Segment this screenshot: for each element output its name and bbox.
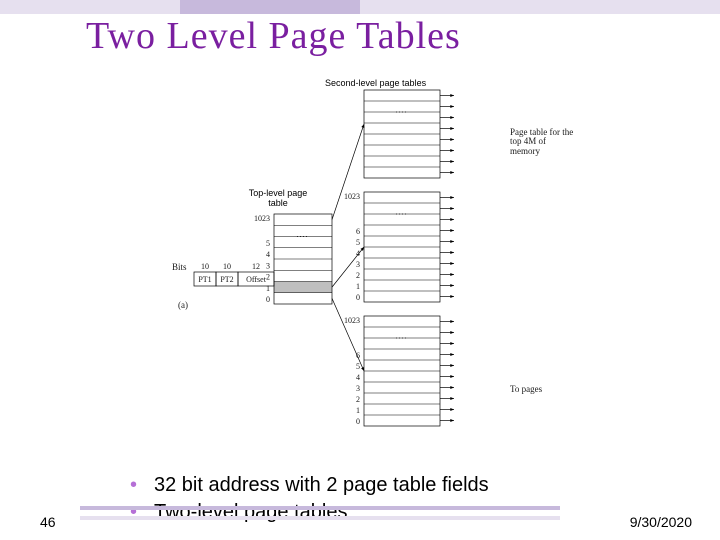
svg-text:10: 10 [223,262,231,271]
footer-divider [80,506,560,520]
svg-text:6: 6 [356,227,360,236]
svg-text:6: 6 [356,351,360,360]
svg-text:1023: 1023 [254,214,270,223]
svg-text:1: 1 [356,282,360,291]
svg-text:2: 2 [266,273,270,282]
svg-text:Offset: Offset [246,275,267,284]
svg-text:1: 1 [266,284,270,293]
two-level-diagram: 10230123456102301234561023012345PT110PT2… [154,74,550,438]
svg-text:0: 0 [356,417,360,426]
svg-text:PT1: PT1 [198,275,211,284]
decoration-bar [0,0,720,14]
svg-text:5: 5 [356,362,360,371]
svg-text:3: 3 [356,384,360,393]
slide-title: Two Level Page Tables [86,14,461,58]
svg-text:5: 5 [356,238,360,247]
bullet-text: 32 bit address with 2 page table fields [154,474,489,496]
footer-date: 9/30/2020 [630,514,692,530]
footer-page-number: 46 [40,514,56,530]
bullet-item: 32 bit address with 2 page table fields [130,472,489,499]
svg-text:12: 12 [252,262,260,271]
svg-text:1023: 1023 [344,316,360,325]
slide: Two Level Page Tables Second-level page … [0,0,720,540]
svg-text:3: 3 [266,261,270,270]
svg-text:5: 5 [266,239,270,248]
svg-text:3: 3 [356,260,360,269]
svg-text:0: 0 [356,293,360,302]
svg-text:2: 2 [356,395,360,404]
svg-text:1023: 1023 [344,192,360,201]
svg-text:0: 0 [266,295,270,304]
svg-text:4: 4 [356,373,360,382]
svg-text:2: 2 [356,271,360,280]
decoration-bar-dark [180,0,360,14]
svg-text:10: 10 [201,262,209,271]
svg-text:PT2: PT2 [220,275,233,284]
svg-text:4: 4 [266,250,270,259]
svg-text:1: 1 [356,406,360,415]
